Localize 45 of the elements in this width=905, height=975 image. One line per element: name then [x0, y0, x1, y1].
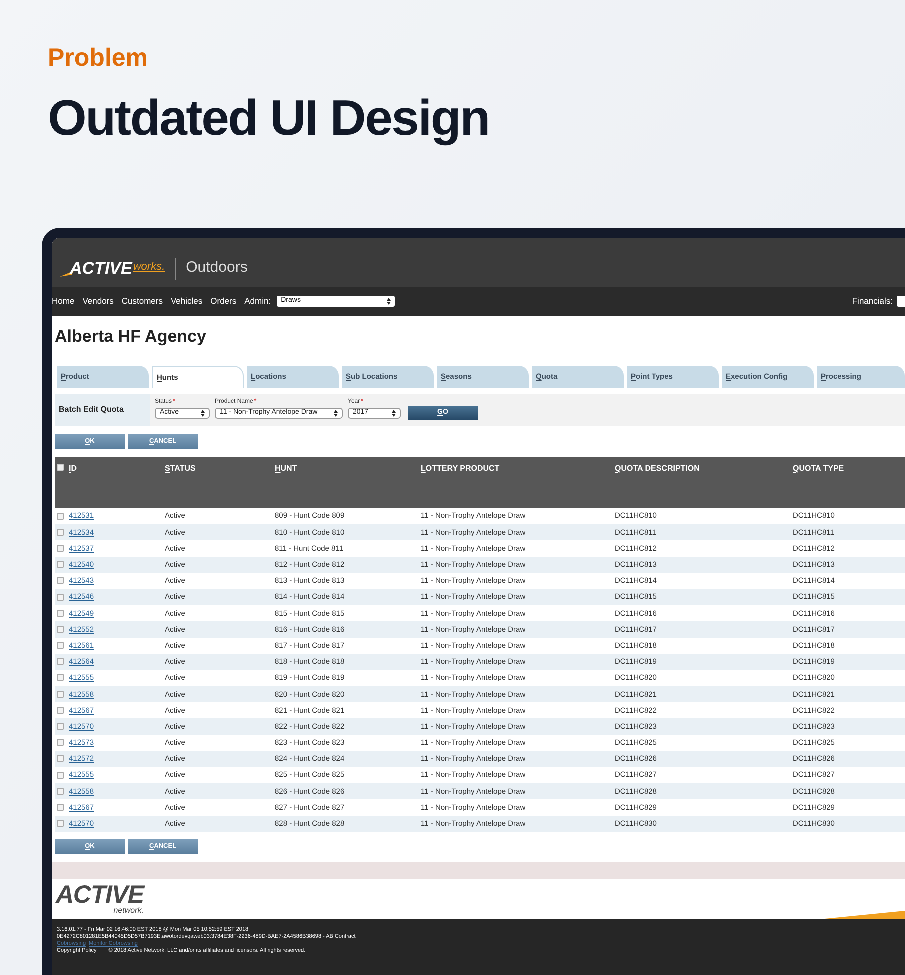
row-checkbox[interactable] — [57, 820, 64, 828]
stepper-arrows-icon — [334, 410, 338, 417]
row-checkbox[interactable] — [57, 544, 64, 552]
row-checkbox[interactable] — [57, 723, 64, 730]
headline: Outdated UI Design — [48, 89, 490, 148]
admin-label: Admin: — [244, 295, 272, 308]
row-checkbox[interactable] — [57, 561, 64, 568]
page-title: Alberta HF Agency — [54, 326, 208, 348]
row-checkbox[interactable] — [57, 658, 64, 666]
row-checkbox[interactable] — [57, 626, 64, 633]
footer-logo: ACTIVE network. — [56, 884, 144, 915]
column-header[interactable]: HUNT — [275, 463, 421, 508]
row-checkbox[interactable] — [57, 577, 64, 584]
row-checkbox[interactable] — [57, 755, 64, 762]
nav-link[interactable]: Customers — [122, 295, 163, 308]
eyebrow-label: Problem — [48, 43, 150, 74]
nav-link[interactable]: Vehicles — [170, 295, 203, 308]
row-checkbox[interactable] — [57, 690, 64, 698]
row-checkbox[interactable] — [57, 739, 64, 746]
row-checkbox[interactable] — [57, 610, 64, 617]
column-header[interactable]: QUOTA DESCRIPTION — [615, 463, 793, 508]
batch-edit-label: Batch Edit Quota — [55, 394, 150, 426]
nav-link[interactable]: Orders — [210, 295, 237, 308]
row-checkbox[interactable] — [57, 642, 64, 650]
stepper-arrows-icon — [392, 410, 396, 417]
nav-link[interactable]: Home — [52, 295, 75, 308]
column-header[interactable]: LOTTERY PRODUCT — [421, 463, 615, 508]
row-checkbox[interactable] — [57, 528, 64, 536]
column-header[interactable]: QUOTA TYPE — [793, 463, 905, 508]
select-all-checkbox[interactable] — [57, 464, 64, 471]
financials-label: Financials: — [852, 295, 893, 308]
row-checkbox[interactable] — [57, 772, 64, 779]
nav-link[interactable]: Vendors — [82, 295, 114, 308]
row-checkbox[interactable] — [57, 804, 64, 811]
stepper-arrows-icon — [201, 410, 205, 417]
product-name: Outdoors — [186, 258, 248, 278]
column-header[interactable]: STATUS — [165, 463, 275, 508]
column-header[interactable]: ID — [69, 463, 165, 508]
row-checkbox[interactable] — [57, 788, 64, 795]
stepper-arrows-icon — [387, 298, 392, 305]
row-checkbox[interactable] — [57, 512, 64, 520]
row-checkbox[interactable] — [57, 594, 64, 601]
financials-select[interactable] — [897, 296, 905, 307]
row-checkbox[interactable] — [57, 706, 64, 714]
row-checkbox[interactable] — [57, 674, 64, 682]
